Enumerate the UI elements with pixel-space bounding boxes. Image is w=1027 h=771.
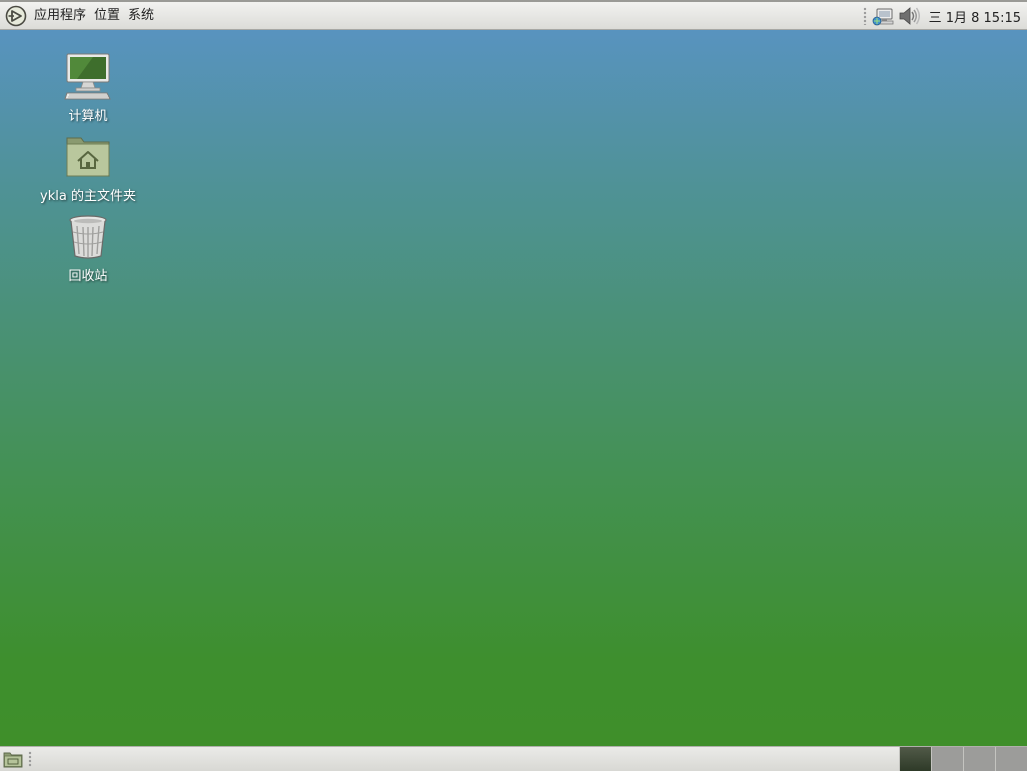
mate-menu-logo-icon[interactable] xyxy=(5,5,27,27)
computer-icon xyxy=(64,53,111,100)
home-folder-icon xyxy=(66,137,110,177)
workspace-2[interactable] xyxy=(931,747,963,771)
workspace-switcher xyxy=(899,747,1027,771)
menu-applications[interactable]: 应用程序 xyxy=(30,3,90,29)
volume-icon[interactable] xyxy=(897,5,921,27)
panel-handle[interactable] xyxy=(28,751,32,767)
workspace-3[interactable] xyxy=(963,747,995,771)
desktop-icon-home-folder[interactable]: ykla 的主文件夹 xyxy=(28,132,148,204)
workspace-4[interactable] xyxy=(995,747,1027,771)
menu-places[interactable]: 位置 xyxy=(90,3,124,29)
top-panel: 应用程序 位置 系统 三 1月 8 15:15 xyxy=(0,0,1027,30)
clock[interactable]: 三 1月 8 15:15 xyxy=(929,7,1021,26)
notification-area: 三 1月 8 15:15 xyxy=(862,2,1021,30)
panel-handle[interactable] xyxy=(862,7,867,25)
desktop-icon-label: 回收站 xyxy=(68,269,108,284)
network-icon[interactable] xyxy=(871,5,895,27)
desktop-background: 计算机 ykla 的主文件夹 回收站 xyxy=(0,30,1027,746)
show-desktop-icon[interactable] xyxy=(3,751,23,768)
workspace-1[interactable] xyxy=(899,747,931,771)
desktop-icon-trash[interactable]: 回收站 xyxy=(28,212,148,284)
menu-system[interactable]: 系统 xyxy=(124,3,158,29)
bottom-panel xyxy=(0,746,1027,771)
desktop-icon-label: 计算机 xyxy=(68,109,108,124)
desktop-icon-computer[interactable]: 计算机 xyxy=(28,52,148,124)
trash-icon xyxy=(69,215,107,259)
desktop-icon-label: ykla 的主文件夹 xyxy=(40,189,136,204)
